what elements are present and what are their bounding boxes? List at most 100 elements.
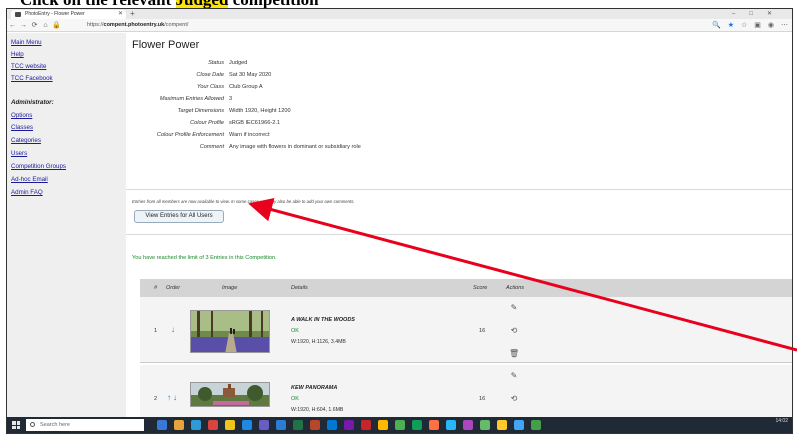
view-entries-button[interactable]: View Entries for All Users (134, 210, 224, 223)
info-value: Warn if incorrect (229, 132, 270, 138)
taskbar-app-icon[interactable] (395, 420, 405, 430)
entry-status: OK (291, 328, 299, 334)
info-value: Club Group A (229, 84, 263, 90)
delete-icon[interactable]: 🗑 (509, 349, 519, 358)
taskbar-app-icon[interactable] (225, 420, 235, 430)
collections-icon[interactable]: ▣ (754, 20, 761, 31)
sidebar-link-categories[interactable]: Categories (11, 137, 41, 144)
taskbar-app-icon[interactable] (344, 420, 354, 430)
close-tab-icon[interactable]: ✕ (118, 10, 123, 19)
reorder-arrows[interactable]: ↑↓ (167, 393, 179, 402)
info-value: 3 (229, 96, 233, 102)
taskbar-app-icon[interactable] (259, 420, 269, 430)
taskbar-app-icon[interactable] (208, 420, 218, 430)
profile-icon[interactable]: ◉ (768, 20, 774, 31)
header-actions: Actions (506, 285, 525, 291)
taskbar-app-icon[interactable] (412, 420, 422, 430)
sidebar-link-help[interactable]: Help (11, 51, 24, 58)
entry-status: OK (291, 396, 299, 402)
table-row: 1 ↓ A WALK IN THE WOODS OK W:1920, H:112… (140, 297, 792, 363)
system-tray: 14:02 (775, 418, 788, 425)
home-icon[interactable]: ⌂ (40, 22, 51, 29)
search-icon (30, 422, 35, 427)
taskbar-app-icon[interactable] (327, 420, 337, 430)
minimize-icon[interactable]: – (732, 11, 749, 17)
address-bar: ← → ⟳ ⌂ 🔒 https://compent.photoentry.uk/… (7, 19, 792, 32)
reorder-arrows[interactable]: ↓ (171, 325, 177, 334)
info-label: Comment (199, 144, 224, 150)
header-order: Order (166, 285, 181, 291)
maximize-icon[interactable]: □ (749, 11, 767, 17)
entry-thumbnail[interactable] (190, 382, 270, 407)
sidebar-link-main-menu[interactable]: Main Menu (11, 39, 42, 46)
page-title: Flower Power (132, 39, 200, 51)
windows-taskbar: Search here 14:02 (7, 417, 792, 433)
info-label: Your Class (196, 84, 224, 90)
info-label: Colour Profile Enforcement (156, 132, 224, 138)
sidebar-link-classes[interactable]: Classes (11, 124, 33, 131)
back-icon[interactable]: ← (7, 22, 18, 29)
sidebar-link-adhoc-email[interactable]: Ad-hoc Email (11, 176, 48, 183)
taskbar-app-icon[interactable] (497, 420, 507, 430)
entry-title: A WALK IN THE WOODS (291, 317, 355, 323)
tab-title: PhotoEntry - Flower Power (25, 11, 85, 17)
replace-icon[interactable]: ⟲ (509, 394, 519, 403)
browser-tab[interactable]: PhotoEntry - Flower Power ✕ (11, 10, 126, 19)
entry-title: KEW PANORAMA (291, 385, 338, 391)
entry-score: 16 (479, 328, 486, 334)
refresh-icon[interactable]: ⟳ (29, 21, 40, 29)
sidebar-link-tcc-website[interactable]: TCC website (11, 63, 46, 70)
sidebar-link-admin-faq[interactable]: Admin FAQ (11, 189, 43, 196)
edit-icon[interactable]: ✎ (509, 371, 519, 380)
taskbar-app-icon[interactable] (242, 420, 252, 430)
info-value: Judged (229, 60, 248, 66)
taskbar-app-icon[interactable] (480, 420, 490, 430)
taskbar-search-input[interactable]: Search here (26, 419, 144, 431)
taskbar-app-icon[interactable] (378, 420, 388, 430)
more-menu-icon[interactable]: ⋯ (781, 20, 788, 31)
divider (126, 234, 792, 235)
main-panel: Flower Power Status Judged Close Date Sa… (126, 33, 792, 431)
windows-start-icon[interactable] (12, 421, 20, 429)
entry-dimensions: W:1920, H:604, 1.6MB (291, 407, 344, 413)
taskbar-app-icon[interactable] (361, 420, 371, 430)
close-window-icon[interactable]: ✕ (767, 11, 786, 17)
woods-photo (191, 311, 269, 352)
info-label: Target Dimensions (177, 108, 224, 114)
entry-thumbnail[interactable] (190, 310, 270, 353)
taskbar-app-icon[interactable] (276, 420, 286, 430)
entry-dimensions: W:1920, H:1126, 3.4MB (291, 339, 346, 345)
taskbar-app-icon[interactable] (157, 420, 167, 430)
replace-icon[interactable]: ⟲ (509, 326, 519, 335)
screenshot-frame: PhotoEntry - Flower Power ✕ + –□✕ ← → ⟳ … (6, 8, 793, 434)
taskbar-app-icon[interactable] (293, 420, 303, 430)
taskbar-app-icon[interactable] (191, 420, 201, 430)
info-label: Close Date (196, 72, 224, 78)
row-number: 2 (154, 396, 158, 402)
sidebar-link-users[interactable]: Users (11, 150, 27, 157)
edit-icon[interactable]: ✎ (509, 303, 519, 312)
forward-icon[interactable]: → (18, 22, 29, 29)
info-value: Any image with flowers in dominant or su… (229, 144, 361, 150)
zoom-icon[interactable]: 🔍 (712, 20, 721, 31)
taskbar-app-icon[interactable] (429, 420, 439, 430)
favorite-star-icon[interactable]: ★ (728, 20, 734, 31)
sidebar-link-options[interactable]: Options (11, 112, 32, 119)
panorama-photo (191, 383, 269, 406)
header-score: Score (473, 285, 488, 291)
favorites-list-icon[interactable]: ☆ (741, 20, 747, 31)
taskbar-app-icon[interactable] (531, 420, 541, 430)
taskbar-app-icon[interactable] (310, 420, 320, 430)
sidebar-link-competition-groups[interactable]: Competition Groups (11, 163, 66, 170)
new-tab-button[interactable]: + (130, 9, 135, 19)
sidebar-link-tcc-facebook[interactable]: TCC Facebook (11, 75, 53, 82)
taskbar-app-icon[interactable] (446, 420, 456, 430)
browser-toolbar-icons: 🔍 ★ ☆ ▣ ◉ ⋯ (712, 20, 788, 31)
taskbar-app-icon[interactable] (463, 420, 473, 430)
site-content: Main Menu Help TCC website TCC Facebook … (7, 33, 792, 431)
url-field[interactable]: https://compent.photoentry.uk/compent/ (87, 21, 699, 30)
info-label: Colour Profile (190, 120, 224, 126)
browser-tab-bar: PhotoEntry - Flower Power ✕ + –□✕ (7, 9, 792, 19)
taskbar-app-icon[interactable] (174, 420, 184, 430)
taskbar-app-icon[interactable] (514, 420, 524, 430)
